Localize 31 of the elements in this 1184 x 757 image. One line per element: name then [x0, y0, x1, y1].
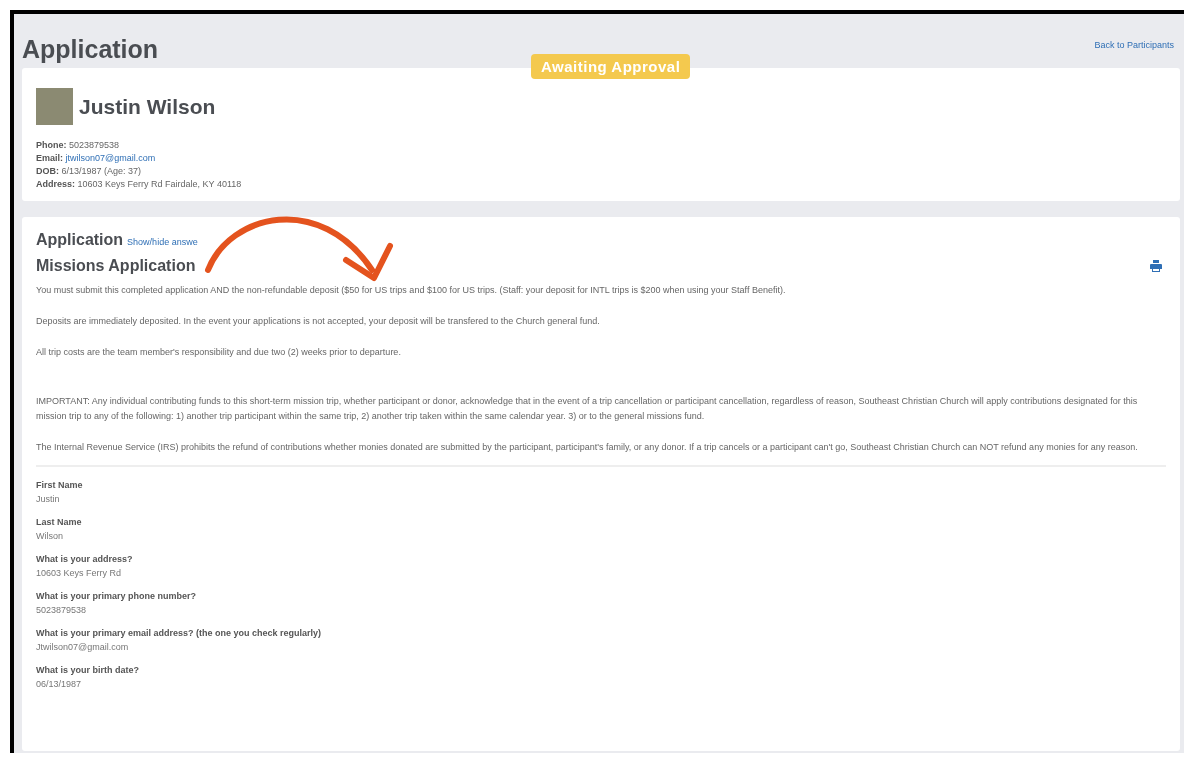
question-label: What is your birth date?: [36, 664, 140, 676]
answer-text: 10603 Keys Ferry Rd: [36, 567, 123, 579]
paragraph: The Internal Revenue Service (IRS) prohibits the refund of contributions whether monies donated are submitted by the participant, participant's family, or any donor. If a trip cancels or a participant can't go, Southeast Christian Church can NOT refund any monies for any reason.: [36, 441, 1139, 454]
paragraph: All trip costs are the team member's responsibility and due two (2) weeks prior to departure.: [36, 346, 402, 359]
print-icon[interactable]: [1150, 260, 1162, 272]
detail-line: DOB: 6/13/1987 (Age: 37): [36, 165, 143, 178]
page-title: Application: [22, 35, 159, 64]
question-label: What is your primary email address? (the one you check regularly): [36, 627, 323, 639]
question-label: What is your address?: [36, 553, 134, 565]
question-label: Last Name: [36, 516, 83, 528]
paragraph: IMPORTANT: Any individual contributing funds to this short-term mission trip, whether participant or donor, acknowledge that in the event of a trip cancellation or participant cancellation, regardless of reason, Southeast Christian Church will apply contributions designated for this mission trip to any of the following: 1) another trip participant within the same trip, 2) another trip taken within the same calendar year. 3) or to the general missions fund.: [36, 395, 1139, 423]
detail-line: Phone: 5023879538: [36, 139, 121, 152]
answer-text: Jtwilson07@gmail.com: [36, 641, 130, 653]
answer-text: Justin: [36, 493, 61, 505]
answer-text: 06/13/1987: [36, 678, 83, 690]
question-label: What is your primary phone number?: [36, 590, 198, 602]
detail-line: Address: 10603 Keys Ferry Rd Fairdale, KY 40118: [36, 178, 243, 191]
email-link[interactable]: jtwilson07@gmail.com: [65, 153, 156, 163]
detail-line: Email: jtwilson07@gmail.com: [36, 152, 157, 165]
photo-placeholder: [36, 88, 73, 125]
participant-name: Justin Wilson: [79, 94, 216, 119]
status-badge: Awaiting Approval: [531, 54, 691, 79]
back-to-participants-link[interactable]: Back to Participants: [1094, 40, 1174, 50]
answer-text: 5023879538: [36, 604, 88, 616]
form-title: Missions Application: [36, 257, 196, 275]
section-heading: Application: [36, 231, 124, 249]
show-hide-link[interactable]: Show/hide answe: [127, 237, 198, 247]
answer-text: Wilson: [36, 530, 64, 542]
paragraph: Deposits are immediately deposited. In the event your applications is not accepted, your deposit will be transfered to the Church general fund.: [36, 315, 601, 328]
question-label: First Name: [36, 479, 84, 491]
paragraph: You must submit this completed application AND the non-refundable deposit ($50 for US trips and $100 for US trips. (Staff: your deposit for INTL trips is $200 when using your Staff Benefit).: [36, 284, 787, 297]
